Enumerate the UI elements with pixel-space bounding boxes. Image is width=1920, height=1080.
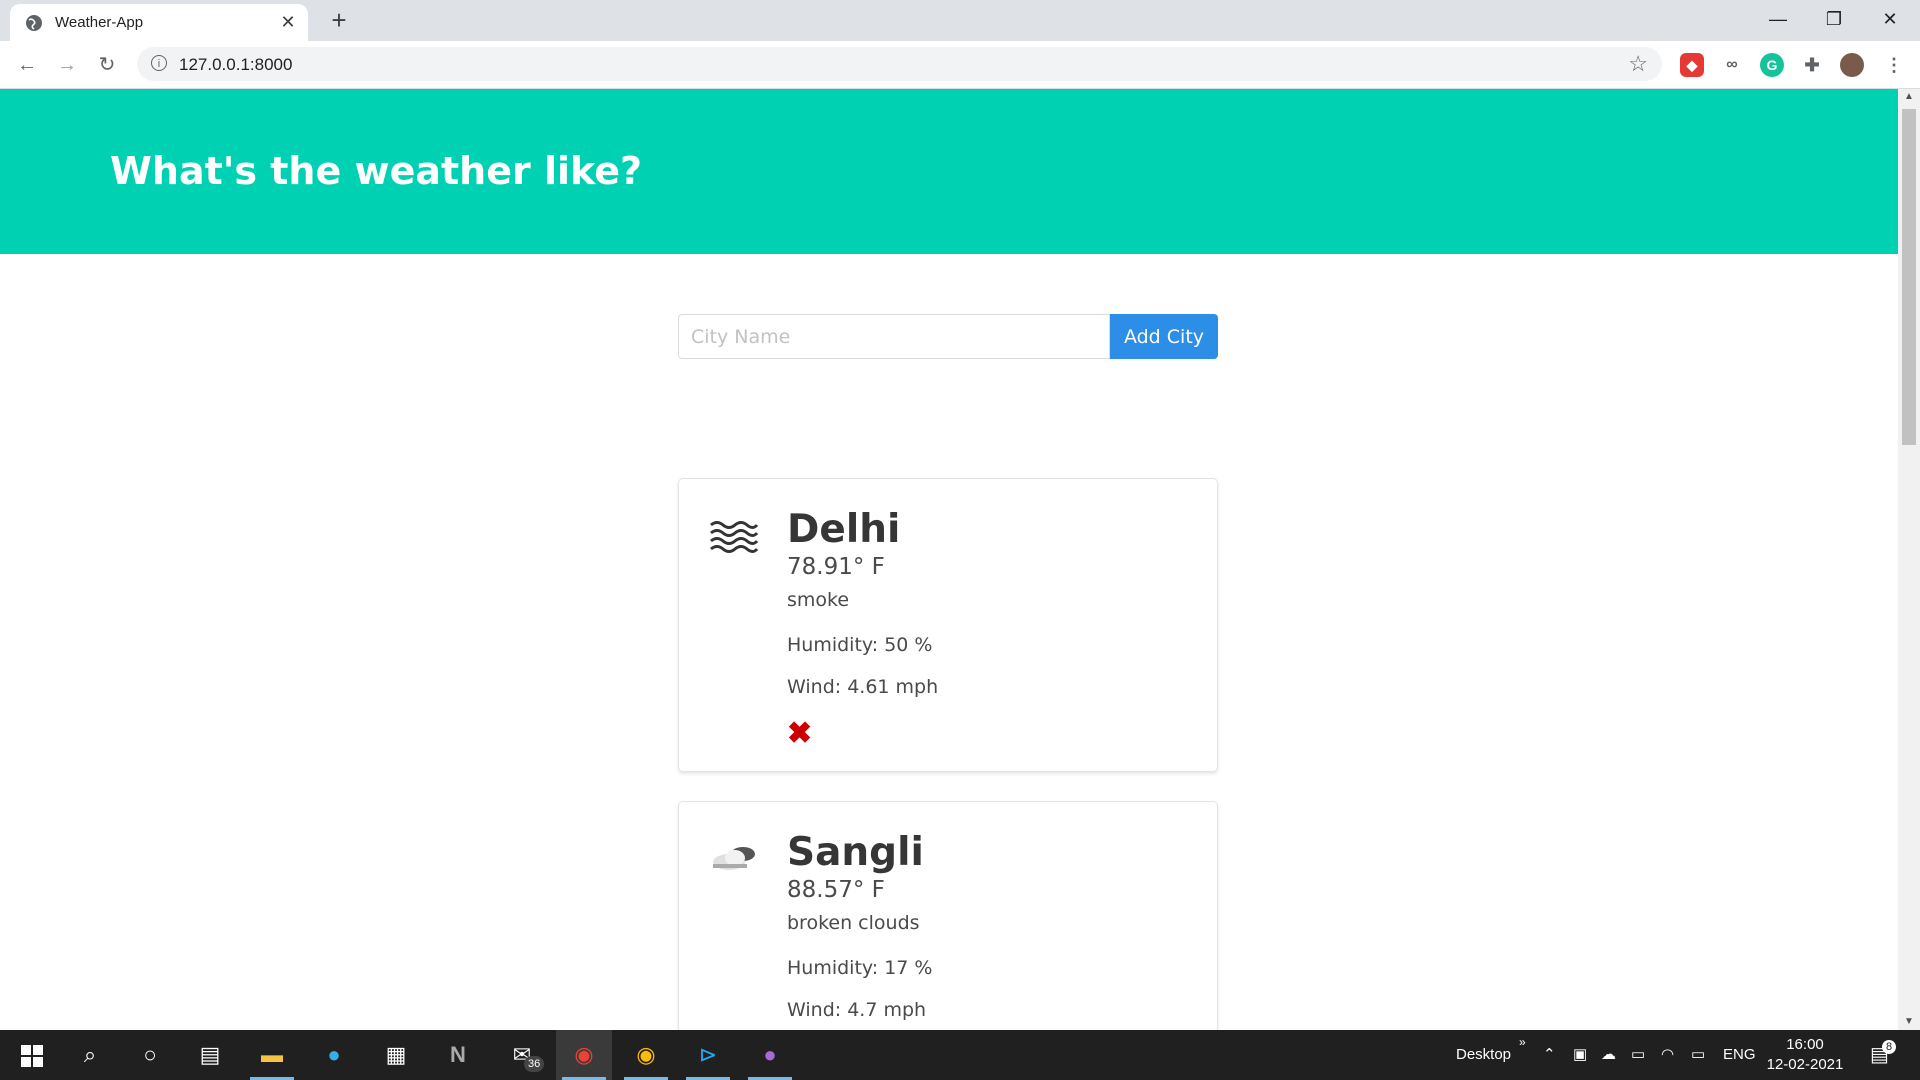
vscode-icon[interactable]: ⊳: [680, 1030, 736, 1080]
url-text: 127.0.0.1:8000: [179, 55, 293, 74]
language-indicator[interactable]: ENG: [1723, 1030, 1756, 1080]
scroll-down-icon[interactable]: ▼: [1898, 1014, 1920, 1030]
file-explorer-icon[interactable]: ▬: [244, 1030, 300, 1080]
forward-button[interactable]: →: [52, 50, 82, 80]
new-tab-button[interactable]: +: [325, 6, 353, 34]
scroll-up-icon[interactable]: ▲: [1898, 89, 1920, 105]
clock-date: 12-02-2021: [1766, 1056, 1844, 1073]
close-window-button[interactable]: ✕: [1862, 0, 1918, 38]
tab-strip: Weather-App ✕ + — ❐ ✕: [0, 0, 1920, 41]
mail-icon[interactable]: ✉ 36: [494, 1030, 550, 1080]
clock-time: 16:00: [1786, 1036, 1824, 1053]
address-bar[interactable]: i 127.0.0.1:8000 ☆: [137, 47, 1662, 81]
bookmark-star-icon[interactable]: ☆: [1628, 51, 1648, 77]
close-tab-icon[interactable]: ✕: [276, 10, 300, 34]
chrome-profile-icon[interactable]: ◉: [556, 1030, 612, 1080]
weather-card-sangli: Sangli 88.57° F broken clouds Humidity: …: [678, 801, 1218, 1030]
city-name-input[interactable]: [678, 314, 1110, 359]
tab-title: Weather-App: [55, 14, 144, 31]
notification-count: 8: [1882, 1040, 1897, 1054]
meet-icon[interactable]: ▣: [1573, 1030, 1587, 1080]
broken-clouds-icon: [713, 847, 755, 870]
onedrive-cloud-icon[interactable]: ☁: [1601, 1030, 1616, 1080]
wind-speed: Wind: 4.7 mph: [787, 999, 927, 1021]
shield-extension-icon[interactable]: ◆: [1680, 53, 1704, 77]
temperature: 78.91° F: [787, 554, 885, 580]
globe-icon: [26, 15, 42, 31]
site-info-icon[interactable]: i: [151, 55, 167, 71]
weather-card-delhi: Delhi 78.91° F smoke Humidity: 50 % Wind…: [678, 478, 1218, 772]
restore-button[interactable]: ❐: [1806, 0, 1862, 38]
grammarly-extension-icon[interactable]: G: [1760, 53, 1784, 77]
edge-browser-icon[interactable]: ●: [306, 1030, 362, 1080]
browser-toolbar: ← → ↻ i 127.0.0.1:8000 ☆ ◆ ∞ G ✚ ⋮: [0, 41, 1920, 89]
add-city-button[interactable]: Add City: [1110, 314, 1218, 359]
menu-dots-icon[interactable]: ⋮: [1882, 53, 1906, 77]
smoke-icon: [710, 521, 759, 553]
windows-taskbar: ⌕ ○ ▤ ▬ ● ▦ N ✉ 36 ◉ ◉ ⊳ ● Desktop » ⌃ ▣…: [0, 1030, 1920, 1080]
page-scrollbar[interactable]: ▲ ▼: [1898, 89, 1920, 1030]
humidity: Humidity: 50 %: [787, 634, 933, 656]
weather-description: broken clouds: [787, 912, 920, 934]
cortana-icon[interactable]: ○: [122, 1030, 178, 1080]
wifi-icon[interactable]: ◠: [1661, 1030, 1674, 1080]
browser-tab[interactable]: Weather-App ✕: [10, 4, 308, 41]
profile-avatar[interactable]: [1840, 53, 1864, 77]
task-view-icon[interactable]: ▤: [182, 1030, 238, 1080]
minimize-button[interactable]: —: [1750, 0, 1806, 38]
city-name: Delhi: [787, 507, 901, 552]
humidity: Humidity: 17 %: [787, 957, 933, 979]
store-icon[interactable]: ▦: [368, 1030, 424, 1080]
chevron-right-icon[interactable]: »: [1519, 1030, 1526, 1080]
chrome-icon[interactable]: ◉: [618, 1030, 674, 1080]
github-desktop-icon[interactable]: ●: [742, 1030, 798, 1080]
weather-description: smoke: [787, 589, 850, 611]
desktop-toolbar-label[interactable]: Desktop: [1456, 1030, 1511, 1080]
extensions-puzzle-icon[interactable]: ✚: [1800, 53, 1824, 77]
link-extension-icon[interactable]: ∞: [1720, 53, 1744, 77]
battery-icon[interactable]: ▭: [1691, 1030, 1705, 1080]
search-icon[interactable]: ⌕: [62, 1030, 118, 1080]
notion-icon[interactable]: N: [430, 1030, 486, 1080]
delete-city-icon[interactable]: ✖: [787, 719, 812, 749]
clock[interactable]: 16:00 12-02-2021: [1760, 1035, 1850, 1075]
mail-badge: 36: [524, 1056, 545, 1072]
city-name: Sangli: [787, 830, 924, 875]
wind-speed: Wind: 4.61 mph: [787, 676, 939, 698]
notification-center-icon[interactable]: ▤ 8: [1870, 1030, 1897, 1080]
hero-banner: What's the weather like?: [0, 89, 1898, 254]
display-icon[interactable]: ▭: [1631, 1030, 1645, 1080]
start-windows-icon[interactable]: [4, 1030, 60, 1080]
chevron-up-icon[interactable]: ⌃: [1543, 1030, 1556, 1080]
page-title: What's the weather like?: [110, 149, 643, 193]
back-button[interactable]: ←: [12, 50, 42, 80]
temperature: 88.57° F: [787, 877, 885, 903]
scrollbar-thumb[interactable]: [1902, 109, 1916, 445]
reload-button[interactable]: ↻: [92, 50, 122, 80]
page-viewport: What's the weather like? Add City Delhi …: [0, 89, 1898, 1030]
